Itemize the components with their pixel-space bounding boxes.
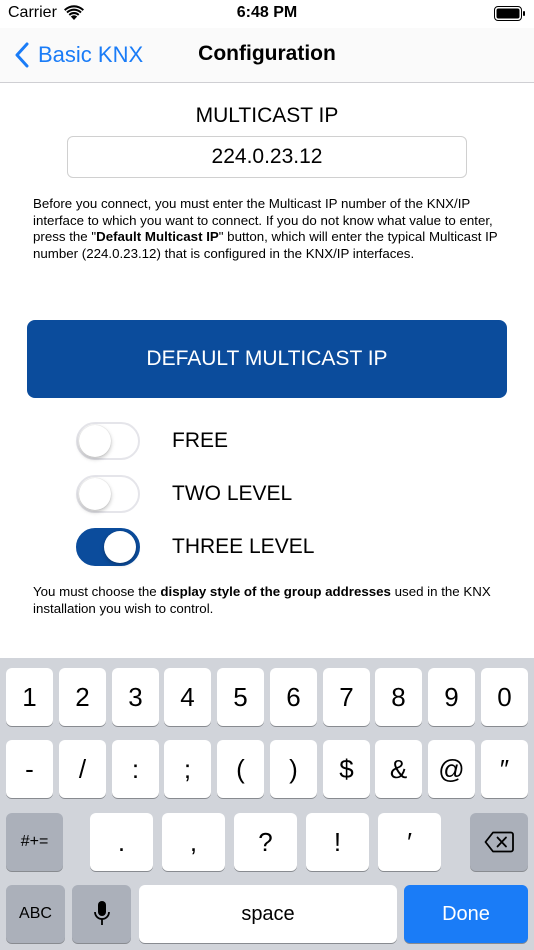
footer-bold: display style of the group addresses — [160, 584, 391, 599]
three-level-label: THREE LEVEL — [172, 535, 315, 558]
key-6[interactable]: 6 — [270, 668, 317, 726]
multicast-ip-input[interactable] — [67, 136, 467, 178]
key-exclamation[interactable]: ! — [306, 813, 369, 871]
toggle-knob — [79, 425, 111, 457]
multicast-ip-heading: MULTICAST IP — [195, 104, 339, 127]
key-open-paren[interactable]: ( — [217, 740, 264, 798]
key-ampersand[interactable]: & — [375, 740, 422, 798]
key-1[interactable]: 1 — [6, 668, 53, 726]
toggle-knob — [104, 531, 136, 563]
done-key[interactable]: Done — [404, 885, 528, 943]
backspace-icon — [484, 831, 514, 853]
numeric-keyboard: 1 2 3 4 5 6 7 8 9 0 - / : ; ( ) $ & @ ″ … — [0, 658, 534, 950]
key-hyphen[interactable]: - — [6, 740, 53, 798]
key-slash[interactable]: / — [59, 740, 106, 798]
key-4[interactable]: 4 — [164, 668, 211, 726]
key-0[interactable]: 0 — [481, 668, 528, 726]
two-level-toggle[interactable] — [76, 475, 140, 513]
footer-part1: You must choose the — [33, 584, 161, 599]
key-symbols[interactable]: #+= — [6, 813, 63, 871]
space-key[interactable]: space — [139, 885, 397, 943]
key-2[interactable]: 2 — [59, 668, 106, 726]
key-apostrophe[interactable]: ′ — [378, 813, 441, 871]
status-time: 6:48 PM — [236, 4, 298, 21]
three-level-toggle[interactable] — [76, 528, 140, 566]
key-question[interactable]: ? — [234, 813, 297, 871]
toggle-row-free: FREE — [76, 422, 228, 460]
key-8[interactable]: 8 — [375, 668, 422, 726]
key-3[interactable]: 3 — [112, 668, 159, 726]
key-close-paren[interactable]: ) — [270, 740, 317, 798]
status-bar: Carrier 6:48 PM — [0, 0, 534, 28]
navigation-bar: Basic KNX Configuration — [0, 28, 534, 83]
battery-icon — [494, 6, 525, 21]
key-7[interactable]: 7 — [323, 668, 370, 726]
key-9[interactable]: 9 — [428, 668, 475, 726]
default-multicast-ip-button[interactable]: DEFAULT MULTICAST IP — [27, 320, 507, 398]
microphone-icon — [93, 901, 110, 925]
multicast-help-text: Before you connect, you must enter the M… — [33, 196, 503, 262]
address-style-help-text: You must choose the display style of the… — [33, 584, 503, 617]
key-period[interactable]: . — [90, 813, 153, 871]
page-title: Configuration — [198, 42, 336, 65]
toggle-row-three-level: THREE LEVEL — [76, 528, 314, 566]
dictation-key[interactable] — [72, 885, 131, 943]
key-at[interactable]: @ — [428, 740, 475, 798]
key-colon[interactable]: : — [112, 740, 159, 798]
key-5[interactable]: 5 — [217, 668, 264, 726]
free-toggle[interactable] — [76, 422, 140, 460]
key-semicolon[interactable]: ; — [164, 740, 211, 798]
delete-key[interactable] — [470, 813, 528, 871]
free-label: FREE — [172, 429, 229, 452]
toggle-row-two-level: TWO LEVEL — [76, 475, 292, 513]
key-quote[interactable]: ″ — [481, 740, 528, 798]
help-text-bold: Default Multicast IP — [96, 229, 219, 244]
toggle-knob — [79, 478, 111, 510]
key-comma[interactable]: , — [162, 813, 225, 871]
two-level-label: TWO LEVEL — [172, 482, 293, 505]
key-dollar[interactable]: $ — [323, 740, 370, 798]
key-abc[interactable]: ABC — [6, 885, 65, 943]
